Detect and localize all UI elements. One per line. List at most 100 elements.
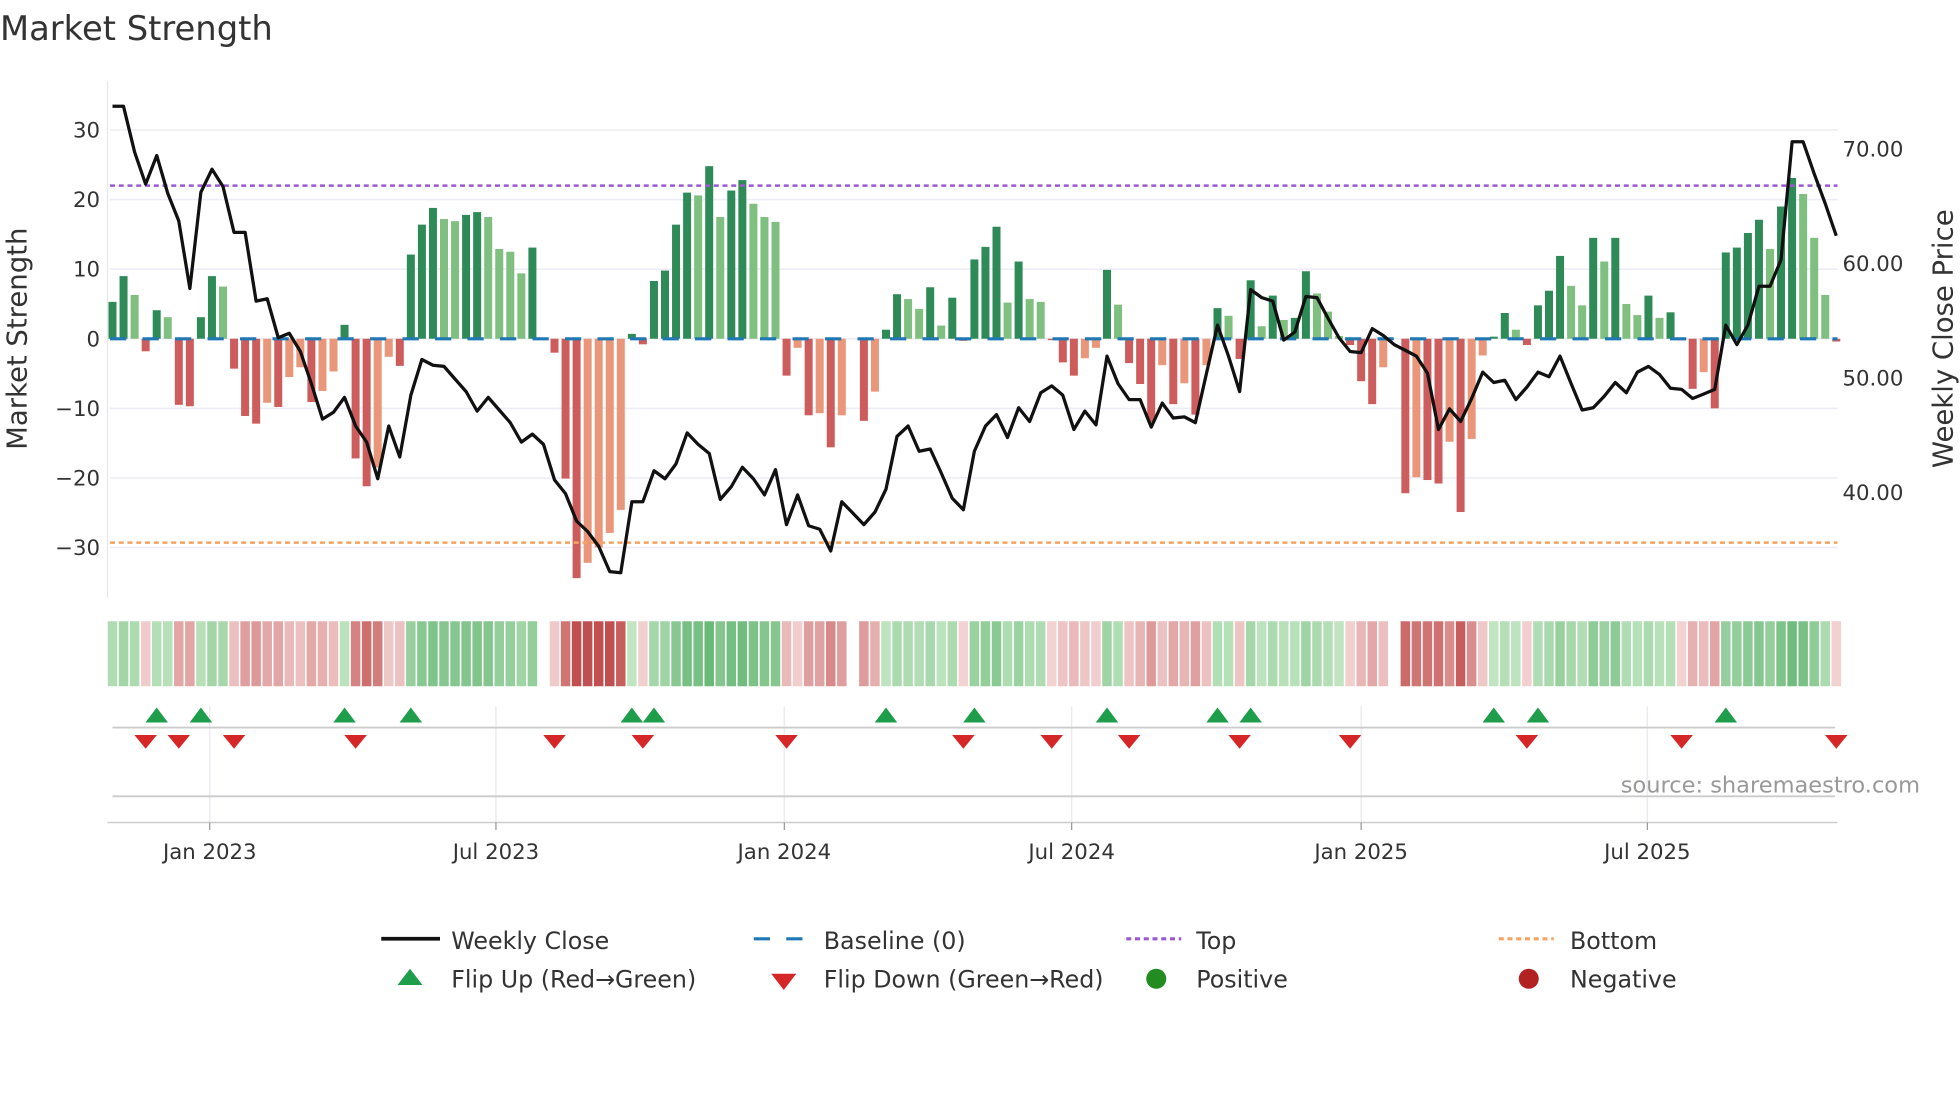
flip-up-marker (963, 708, 986, 723)
strip-cell (307, 621, 317, 686)
strip-cell (1787, 621, 1797, 686)
strip-cell (837, 621, 846, 686)
strip-cell (174, 621, 184, 686)
strip-cell (1644, 621, 1654, 686)
legend-label: Weekly Close (451, 927, 609, 955)
strip-cell (727, 621, 736, 686)
strength-bar (1501, 313, 1509, 339)
strip-cell (1069, 621, 1078, 686)
strip-cell (417, 621, 427, 686)
strip-cell (1798, 621, 1808, 686)
strip-cell (1345, 621, 1354, 686)
strip-cell (1323, 621, 1333, 686)
strength-bar (1158, 339, 1166, 365)
flip-up-marker (1527, 708, 1550, 723)
strength-bar (1578, 305, 1586, 338)
market-strength-chart: Market Strength 3020100−10−20−30 70.0060… (0, 0, 1960, 1102)
strip-cell (340, 621, 350, 686)
strength-bar (374, 339, 382, 468)
strip-cell (859, 621, 868, 686)
strip-cell (1489, 621, 1498, 686)
strength-bar (595, 339, 603, 548)
strength-bar (948, 298, 956, 339)
y2-tick-label: 40.00 (1843, 481, 1904, 506)
strength-bar (981, 247, 989, 339)
strength-bar (1545, 291, 1553, 339)
strength-bar (175, 339, 183, 405)
strength-bar (716, 217, 724, 339)
strength-bar (1081, 339, 1089, 358)
strength-bar (1567, 286, 1575, 339)
strip-cell (130, 621, 140, 686)
strip-cell (1379, 621, 1389, 686)
strip-cell (108, 621, 117, 686)
legend-item-bottom: Bottom (1499, 927, 1657, 955)
strength-bar (341, 325, 349, 339)
strength-bar (1667, 312, 1675, 338)
strength-bar (871, 339, 879, 392)
strip-cell (1721, 621, 1731, 686)
legend-item-positive: Positive (1146, 966, 1288, 994)
flip-down-marker (1670, 735, 1693, 749)
strip-cell (318, 621, 328, 686)
strength-bar (1015, 262, 1023, 339)
strip-cell (826, 621, 835, 686)
flip-down-marker (223, 735, 246, 749)
y2-axis-ticks: 70.0060.0050.0040.00 (1843, 137, 1904, 506)
strength-bar (1059, 339, 1067, 363)
strength-bar (1788, 178, 1796, 339)
strength-bar (517, 273, 525, 338)
strip-cell (1235, 621, 1245, 686)
strength-bar (407, 255, 415, 339)
legend-label: Positive (1196, 966, 1288, 994)
strip-cell (351, 621, 361, 686)
strip-cell (1666, 621, 1676, 686)
strength-bar (672, 225, 680, 339)
legend-item-flip-up: Flip Up (Red→Green) (398, 966, 697, 994)
legend-label: Flip Up (Red→Green) (451, 966, 696, 994)
flip-up-marker (621, 708, 643, 723)
legend-label: Flip Down (Green→Red) (824, 966, 1104, 994)
y-axis-ticks: 3020100−10−20−30 (55, 118, 100, 561)
strength-bar (429, 208, 437, 339)
y-tick-label: 0 (86, 327, 100, 352)
strip-cell (760, 621, 769, 686)
y-tick-label: −30 (55, 536, 100, 561)
strip-cell (1677, 621, 1687, 686)
strength-bar (252, 339, 260, 424)
flip-down-marker (1339, 735, 1362, 749)
strip-cell (1566, 621, 1575, 686)
strength-bar (1733, 248, 1741, 339)
flip-up-marker (145, 708, 168, 723)
strength-bar (738, 180, 746, 339)
strength-bar (1026, 299, 1034, 339)
strength-bar (1004, 303, 1012, 339)
strip-cell (572, 621, 582, 686)
strength-bar (1766, 249, 1774, 339)
x-axis-ticks: Jan 2023Jul 2023Jan 2024Jul 2024Jan 2025… (161, 823, 1691, 865)
strength-bar (551, 339, 559, 353)
strip-cell (693, 621, 702, 686)
strength-bar (396, 339, 404, 366)
strip-cell (296, 621, 306, 686)
strength-bar (1401, 339, 1409, 493)
strip-cell (1776, 621, 1786, 686)
strip-cell (1113, 621, 1123, 686)
strength-bar (783, 339, 791, 376)
strength-bar (749, 204, 757, 339)
strip-cell (914, 621, 924, 686)
strength-bar (506, 252, 514, 339)
strength-bar (816, 339, 824, 413)
strip-cell (1688, 621, 1698, 686)
strip-cell (517, 621, 527, 686)
strip-cell (461, 621, 471, 686)
y2-axis-title: Weekly Close Price (1928, 209, 1960, 468)
strength-bar (1225, 316, 1233, 339)
strength-bar (606, 339, 614, 533)
strength-bar (462, 215, 470, 339)
flip-up-marker (333, 708, 356, 723)
strip-cell (561, 621, 571, 686)
y-tick-label: −10 (55, 397, 100, 422)
circle-icon (1519, 969, 1539, 989)
strip-cell (1213, 621, 1223, 686)
